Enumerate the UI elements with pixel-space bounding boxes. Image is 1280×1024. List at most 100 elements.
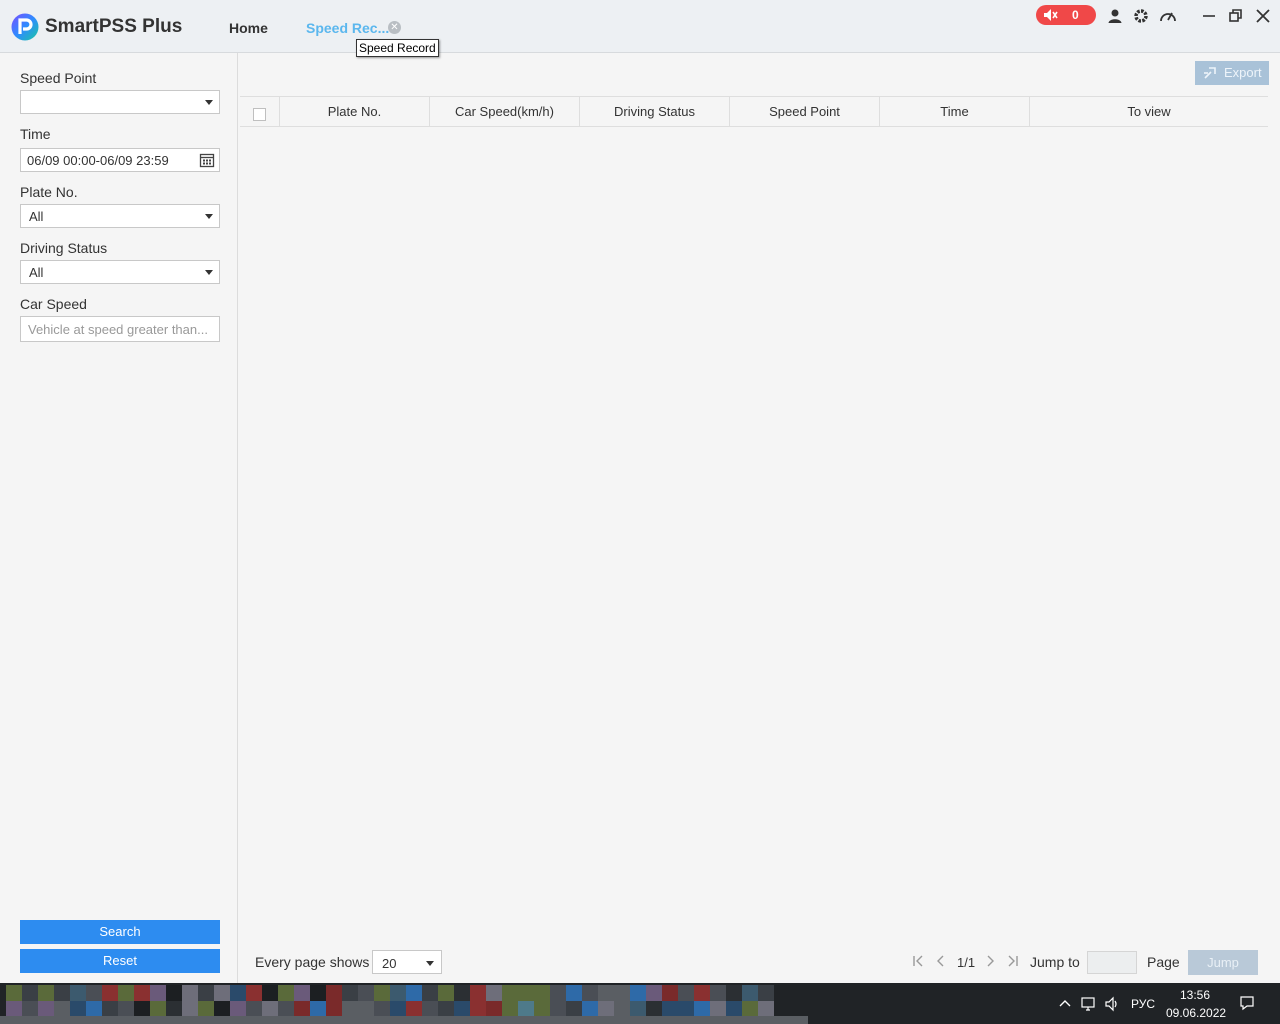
taskbar-app-tile xyxy=(278,1001,294,1017)
page-label: Page xyxy=(1147,954,1180,970)
taskbar-app-tile xyxy=(198,1001,214,1017)
calendar-icon[interactable] xyxy=(199,152,215,168)
taskbar-app-tile xyxy=(54,1001,70,1017)
taskbar-app-tile xyxy=(406,985,422,1001)
taskbar-app-tile xyxy=(374,985,390,1001)
column-header-to-view[interactable]: To view xyxy=(1029,97,1268,126)
time-range-field[interactable]: 06/09 00:00-06/09 23:59 xyxy=(20,148,220,172)
taskbar-app-tile xyxy=(630,985,646,1001)
column-header-speed-point[interactable]: Speed Point xyxy=(729,97,879,126)
column-header-plate-no[interactable]: Plate No. xyxy=(279,97,429,126)
taskbar-app-tile xyxy=(54,985,70,1001)
taskbar-app-tile xyxy=(710,985,726,1001)
taskbar-app-tile xyxy=(294,985,310,1001)
taskbar-app-tile xyxy=(38,985,54,1001)
search-button[interactable]: Search xyxy=(20,920,220,944)
taskbar-app-tile xyxy=(550,1001,566,1017)
taskbar-app-tile xyxy=(598,1001,614,1017)
taskbar-app-tile xyxy=(22,1001,38,1017)
app-title: SmartPSS Plus xyxy=(45,16,183,37)
chevron-up-icon[interactable] xyxy=(1057,996,1073,1012)
taskbar-app-tile xyxy=(342,985,358,1001)
taskbar-app-tile xyxy=(726,1001,742,1017)
taskbar-app-tile xyxy=(294,1001,310,1017)
taskbar-app-tile xyxy=(326,1001,342,1017)
gear-icon[interactable] xyxy=(1132,7,1150,25)
taskbar-app-tile xyxy=(86,985,102,1001)
chevron-down-icon xyxy=(205,214,213,219)
taskbar-app-tile xyxy=(454,985,470,1001)
taskbar-app-tile xyxy=(742,1001,758,1017)
car-speed-input[interactable] xyxy=(21,317,219,341)
jump-page-input[interactable] xyxy=(1087,951,1137,974)
taskbar-app-tile xyxy=(22,985,38,1001)
taskbar-app-tile xyxy=(438,1001,454,1017)
taskbar-app-tile xyxy=(150,1001,166,1017)
taskbar-app-tile xyxy=(582,985,598,1001)
select-all-checkbox[interactable] xyxy=(253,108,266,121)
taskbar-app-tile xyxy=(486,1001,502,1017)
clock-time[interactable]: 13:56 xyxy=(1180,988,1210,1002)
last-page-icon[interactable] xyxy=(1005,953,1021,969)
speaker-muted-icon xyxy=(1044,9,1058,21)
network-icon[interactable] xyxy=(1080,996,1096,1012)
language-indicator[interactable]: РУС xyxy=(1131,997,1155,1011)
minimize-icon[interactable] xyxy=(1200,7,1218,25)
taskbar-app-tile xyxy=(102,985,118,1001)
taskbar-app-tile xyxy=(518,985,534,1001)
plate-no-select[interactable]: All xyxy=(20,204,220,228)
taskbar-app-tile xyxy=(278,985,294,1001)
export-button[interactable]: Export xyxy=(1195,61,1269,85)
jump-button[interactable]: Jump xyxy=(1188,950,1258,975)
speed-point-select[interactable] xyxy=(20,90,220,114)
clock-date[interactable]: 09.06.2022 xyxy=(1166,1006,1226,1020)
app-logo-icon xyxy=(11,13,39,41)
taskbar-app-tile xyxy=(246,1001,262,1017)
taskbar-app-tile xyxy=(758,1001,774,1017)
column-header-time[interactable]: Time xyxy=(879,97,1029,126)
tab-close-icon[interactable]: ✕ xyxy=(388,21,401,34)
taskbar-app-tile xyxy=(182,985,198,1001)
export-label: Export xyxy=(1224,65,1262,80)
taskbar-app-tile xyxy=(134,1001,150,1017)
page-size-select[interactable]: 20 xyxy=(372,950,442,974)
taskbar-app-tile xyxy=(342,1001,358,1017)
taskbar-app-tile xyxy=(646,1001,662,1017)
column-header-car-speed[interactable]: Car Speed(km/h) xyxy=(429,97,579,126)
car-speed-field[interactable] xyxy=(20,316,220,342)
taskbar-app-tile xyxy=(582,1001,598,1017)
page-size-label: Every page shows xyxy=(255,954,370,970)
taskbar-app-tile xyxy=(358,985,374,1001)
time-label: Time xyxy=(20,126,51,142)
taskbar-app-tile xyxy=(182,1001,198,1017)
volume-icon[interactable] xyxy=(1104,996,1120,1012)
next-page-icon[interactable] xyxy=(983,953,999,969)
taskbar-app-tile xyxy=(662,985,678,1001)
taskbar-app-tile xyxy=(534,985,550,1001)
chevron-down-icon xyxy=(205,100,213,105)
tab-speed-record[interactable]: Speed Rec... xyxy=(306,20,389,36)
taskbar-app-tile xyxy=(470,985,486,1001)
reset-button[interactable]: Reset xyxy=(20,949,220,973)
time-range-value: 06/09 00:00-06/09 23:59 xyxy=(27,153,169,168)
close-icon[interactable] xyxy=(1254,7,1272,25)
taskbar-app-tile xyxy=(646,985,662,1001)
tab-home[interactable]: Home xyxy=(229,20,268,36)
taskbar-app-tile xyxy=(694,985,710,1001)
restore-icon[interactable] xyxy=(1227,7,1245,25)
taskbar-app-tile xyxy=(326,985,342,1001)
previous-page-icon[interactable] xyxy=(932,953,948,969)
taskbar-app-tile xyxy=(486,985,502,1001)
taskbar-app-tile xyxy=(246,985,262,1001)
user-icon[interactable] xyxy=(1106,7,1124,25)
taskbar-app-tile xyxy=(438,985,454,1001)
taskbar-app-tile xyxy=(310,1001,326,1017)
driving-status-select[interactable]: All xyxy=(20,260,220,284)
taskbar-app-tile xyxy=(358,1001,374,1017)
column-header-driving-status[interactable]: Driving Status xyxy=(579,97,729,126)
plate-no-value: All xyxy=(29,209,44,224)
alarm-badge[interactable]: 0 xyxy=(1036,5,1096,25)
notification-icon[interactable] xyxy=(1239,995,1255,1011)
performance-gauge-icon[interactable] xyxy=(1159,7,1177,25)
first-page-icon[interactable] xyxy=(910,953,926,969)
